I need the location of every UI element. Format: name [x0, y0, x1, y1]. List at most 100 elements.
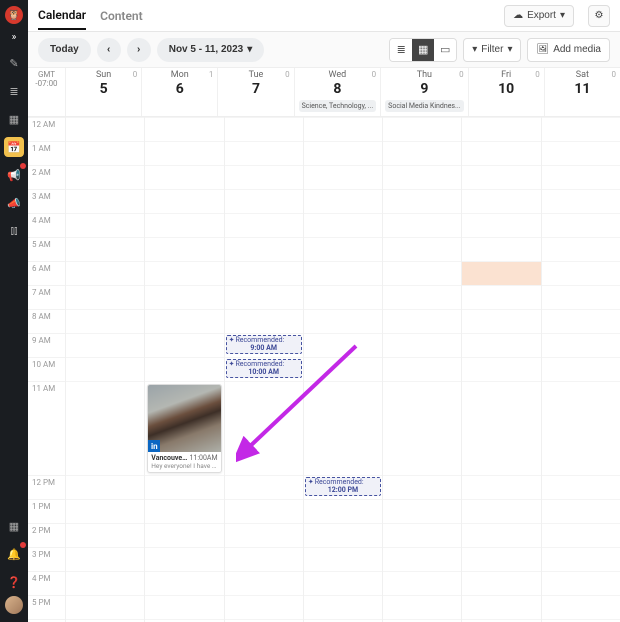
time-cell[interactable]: [462, 547, 540, 571]
time-cell[interactable]: [225, 285, 303, 309]
day-header[interactable]: Tue07: [217, 68, 293, 116]
time-cell[interactable]: [225, 261, 303, 285]
time-cell[interactable]: [462, 117, 540, 141]
time-cell[interactable]: [462, 595, 540, 619]
time-cell[interactable]: [225, 165, 303, 189]
user-avatar[interactable]: [5, 596, 23, 614]
rail-apps-icon[interactable]: ▦: [4, 516, 24, 536]
time-cell[interactable]: [145, 333, 223, 357]
time-cell[interactable]: [145, 357, 223, 381]
time-cell[interactable]: [304, 547, 382, 571]
time-cell[interactable]: [145, 309, 223, 333]
recommended-slot[interactable]: ✦Recommended:12:00 PM: [305, 477, 381, 496]
time-cell[interactable]: [225, 547, 303, 571]
day-header[interactable]: Sat011: [544, 68, 620, 116]
day-header[interactable]: Thu09Social Media Kindnes...: [380, 68, 467, 116]
view-list-button[interactable]: ≣: [390, 39, 412, 61]
time-cell[interactable]: [304, 357, 382, 381]
time-cell[interactable]: [462, 285, 540, 309]
time-cell[interactable]: [304, 285, 382, 309]
time-cell[interactable]: [462, 213, 540, 237]
time-cell[interactable]: [383, 523, 461, 547]
time-cell[interactable]: [304, 213, 382, 237]
scheduled-post-card[interactable]: in11:00AMVancouver C...Hey everyone! I h…: [147, 384, 221, 473]
time-cell[interactable]: [462, 381, 540, 475]
day-header[interactable]: Fri010: [468, 68, 544, 116]
rail-planner-icon[interactable]: 📅: [4, 137, 24, 157]
time-cell[interactable]: [225, 475, 303, 499]
time-cell[interactable]: [225, 523, 303, 547]
time-cell[interactable]: [542, 333, 620, 357]
time-cell[interactable]: [225, 309, 303, 333]
time-cell[interactable]: [462, 333, 540, 357]
time-cell[interactable]: [225, 381, 303, 475]
time-cell[interactable]: [383, 547, 461, 571]
time-cell[interactable]: [66, 261, 144, 285]
time-cell[interactable]: [462, 475, 540, 499]
time-cell[interactable]: [145, 595, 223, 619]
time-cell[interactable]: [462, 165, 540, 189]
time-cell[interactable]: [383, 333, 461, 357]
rail-notifications-icon[interactable]: 🔔: [4, 544, 24, 564]
time-cell[interactable]: [462, 357, 540, 381]
today-button[interactable]: Today: [38, 38, 91, 62]
time-cell[interactable]: [304, 381, 382, 475]
time-cell[interactable]: [542, 571, 620, 595]
time-cell[interactable]: [225, 571, 303, 595]
rail-advertise-icon[interactable]: 📢: [4, 165, 24, 185]
recommended-slot[interactable]: ✦Recommended:9:00 AM: [226, 335, 302, 354]
time-cell[interactable]: [383, 357, 461, 381]
time-cell[interactable]: [383, 381, 461, 475]
time-cell[interactable]: [542, 165, 620, 189]
time-cell[interactable]: [225, 117, 303, 141]
time-cell[interactable]: [66, 237, 144, 261]
time-cell[interactable]: [66, 141, 144, 165]
time-cell[interactable]: [145, 523, 223, 547]
prev-button[interactable]: ‹: [97, 38, 121, 62]
time-cell[interactable]: [304, 333, 382, 357]
holiday-chip[interactable]: Science, Technology, ...: [299, 100, 377, 112]
time-cell[interactable]: in11:00AMVancouver C...Hey everyone! I h…: [145, 381, 223, 475]
time-cell[interactable]: [66, 381, 144, 475]
time-cell[interactable]: [304, 165, 382, 189]
time-cell[interactable]: [66, 333, 144, 357]
time-cell[interactable]: [542, 475, 620, 499]
time-cell[interactable]: [145, 213, 223, 237]
day-header[interactable]: Mon16: [141, 68, 217, 116]
time-cell[interactable]: [462, 237, 540, 261]
rail-analytics-icon[interactable]: ⫾⫾: [4, 221, 24, 241]
time-cell[interactable]: [225, 189, 303, 213]
time-cell[interactable]: [66, 547, 144, 571]
time-cell[interactable]: [304, 237, 382, 261]
time-cell[interactable]: ✦Recommended:10:00 AM: [225, 357, 303, 381]
time-cell[interactable]: [383, 117, 461, 141]
day-header[interactable]: Wed08Science, Technology, ...: [294, 68, 381, 116]
time-cell[interactable]: [542, 357, 620, 381]
time-cell[interactable]: [145, 285, 223, 309]
view-month-button[interactable]: ▭: [434, 39, 456, 61]
time-cell[interactable]: [66, 285, 144, 309]
time-cell[interactable]: [462, 499, 540, 523]
time-cell[interactable]: [542, 261, 620, 285]
time-cell[interactable]: [383, 237, 461, 261]
time-cell[interactable]: [383, 595, 461, 619]
time-cell[interactable]: [383, 571, 461, 595]
time-cell[interactable]: ✦Recommended:9:00 AM: [225, 333, 303, 357]
time-cell[interactable]: [66, 499, 144, 523]
time-cell[interactable]: [66, 189, 144, 213]
time-cell[interactable]: [383, 309, 461, 333]
time-cell[interactable]: [304, 571, 382, 595]
time-cell[interactable]: [66, 571, 144, 595]
time-cell[interactable]: [383, 141, 461, 165]
time-cell[interactable]: [304, 595, 382, 619]
time-cell[interactable]: [145, 165, 223, 189]
time-cell[interactable]: [383, 213, 461, 237]
time-cell[interactable]: [145, 475, 223, 499]
recommended-slot[interactable]: ✦Recommended:10:00 AM: [226, 359, 302, 378]
time-cell[interactable]: [145, 499, 223, 523]
time-cell[interactable]: [66, 165, 144, 189]
time-cell[interactable]: [66, 475, 144, 499]
rail-compose-icon[interactable]: ✎: [4, 53, 24, 73]
settings-button[interactable]: ⚙: [588, 5, 610, 27]
time-cell[interactable]: [304, 141, 382, 165]
